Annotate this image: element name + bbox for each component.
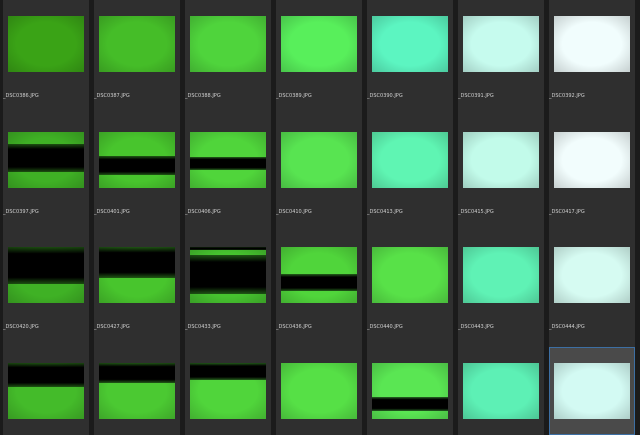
thumbnail-image[interactable] [99,132,175,188]
thumbnail-image[interactable] [8,132,84,188]
thumbnail-dark-band [372,396,448,412]
thumbnail-image[interactable] [8,363,84,419]
thumbnail-filename: _DSC0415.JPG [458,209,494,215]
thumbnail-filename: _DSC0388.JPG [185,93,221,99]
thumbnail-image[interactable] [281,132,357,188]
thumbnail-dark-band [190,363,266,380]
thumbnail-image[interactable] [99,363,175,419]
thumbnail-cell[interactable]: _DSC0390.JPG [367,0,453,116]
thumbnail-dark-band [99,247,175,279]
thumbnail-image[interactable] [372,247,448,303]
thumbnail-image[interactable] [463,132,539,188]
thumbnail-image[interactable] [190,247,266,303]
thumbnail-dark-band [8,363,84,387]
thumbnail-cell[interactable]: _DSC0410.JPG [276,116,362,231]
thumbnail-image[interactable] [554,132,630,188]
thumbnail-image[interactable] [281,247,357,303]
thumbnail-filename: _DSC0444.JPG [549,324,585,330]
thumbnail-cell[interactable]: _DSC0415.JPG [458,116,544,231]
thumbnail-filename: _DSC0392.JPG [549,93,585,99]
thumbnail-filename: _DSC0386.JPG [3,93,39,99]
thumbnail-cell[interactable]: _DSC0406.JPG [185,116,271,231]
thumbnail-filename: _DSC0387.JPG [94,93,130,99]
thumbnail-filename: _DSC0413.JPG [367,209,403,215]
thumbnail-dark-band [8,144,84,173]
thumbnail-cell[interactable]: _DSC0433.JPG [185,231,271,347]
thumbnail-image[interactable] [372,132,448,188]
thumbnail-image[interactable] [554,16,630,72]
thumbnail-image[interactable] [99,16,175,72]
thumbnail-filename: _DSC0433.JPG [185,324,221,330]
thumbnail-image[interactable] [190,363,266,419]
thumbnail-filename: _DSC0391.JPG [458,93,494,99]
thumbnail-image[interactable] [463,247,539,303]
thumbnail-dark-band [190,157,266,171]
thumbnail-filename: _DSC0397.JPG [3,209,39,215]
thumbnail-cell[interactable] [549,347,635,435]
thumbnail-dark-band [190,247,266,251]
thumbnail-image[interactable] [463,16,539,72]
thumbnail-cell[interactable] [185,347,271,435]
thumbnail-dark-band [190,254,266,295]
thumbnail-image[interactable] [554,363,630,419]
thumbnail-filename: _DSC0440.JPG [367,324,403,330]
thumbnail-cell[interactable]: _DSC0417.JPG [549,116,635,231]
thumbnail-image[interactable] [372,16,448,72]
thumbnail-cell[interactable]: _DSC0443.JPG [458,231,544,347]
thumbnail-grid: _DSC0386.JPG _DSC0387.JPG _DSC0388.JPG _DSC… [0,0,640,435]
thumbnail-dark-band [8,247,84,284]
thumbnail-cell[interactable]: _DSC0389.JPG [276,0,362,116]
thumbnail-cell[interactable]: _DSC0436.JPG [276,231,362,347]
thumbnail-filename: _DSC0420.JPG [3,324,39,330]
thumbnail-cell[interactable]: _DSC0386.JPG [3,0,89,116]
thumbnail-image[interactable] [8,247,84,303]
thumbnail-cell[interactable]: _DSC0444.JPG [549,231,635,347]
thumbnail-dark-band [281,273,357,291]
thumbnail-cell[interactable] [276,347,362,435]
thumbnail-dark-band [99,155,175,175]
thumbnail-filename: _DSC0417.JPG [549,209,585,215]
thumbnail-cell[interactable] [367,347,453,435]
thumbnail-dark-band [99,363,175,384]
thumbnail-image[interactable] [554,247,630,303]
thumbnail-cell[interactable]: _DSC0388.JPG [185,0,271,116]
thumbnail-cell[interactable]: _DSC0440.JPG [367,231,453,347]
thumbnail-image[interactable] [281,16,357,72]
thumbnail-filename: _DSC0390.JPG [367,93,403,99]
thumbnail-filename: _DSC0410.JPG [276,209,312,215]
thumbnail-cell[interactable]: _DSC0420.JPG [3,231,89,347]
thumbnail-cell[interactable] [458,347,544,435]
thumbnail-filename: _DSC0401.JPG [94,209,130,215]
thumbnail-filename: _DSC0427.JPG [94,324,130,330]
thumbnail-filename: _DSC0436.JPG [276,324,312,330]
thumbnail-cell[interactable]: _DSC0392.JPG [549,0,635,116]
thumbnail-filename: _DSC0443.JPG [458,324,494,330]
thumbnail-cell[interactable]: _DSC0397.JPG [3,116,89,231]
thumbnail-image[interactable] [8,16,84,72]
thumbnail-cell[interactable]: _DSC0391.JPG [458,0,544,116]
thumbnail-cell[interactable] [94,347,180,435]
thumbnail-cell[interactable]: _DSC0401.JPG [94,116,180,231]
thumbnail-cell[interactable]: _DSC0427.JPG [94,231,180,347]
thumbnail-cell[interactable]: _DSC0387.JPG [94,0,180,116]
thumbnail-image[interactable] [190,16,266,72]
thumbnail-image[interactable] [463,363,539,419]
thumbnail-image[interactable] [281,363,357,419]
thumbnail-cell[interactable]: _DSC0413.JPG [367,116,453,231]
thumbnail-filename: _DSC0406.JPG [185,209,221,215]
thumbnail-image[interactable] [190,132,266,188]
thumbnail-cell[interactable] [3,347,89,435]
thumbnail-image[interactable] [372,363,448,419]
thumbnail-filename: _DSC0389.JPG [276,93,312,99]
thumbnail-image[interactable] [99,247,175,303]
